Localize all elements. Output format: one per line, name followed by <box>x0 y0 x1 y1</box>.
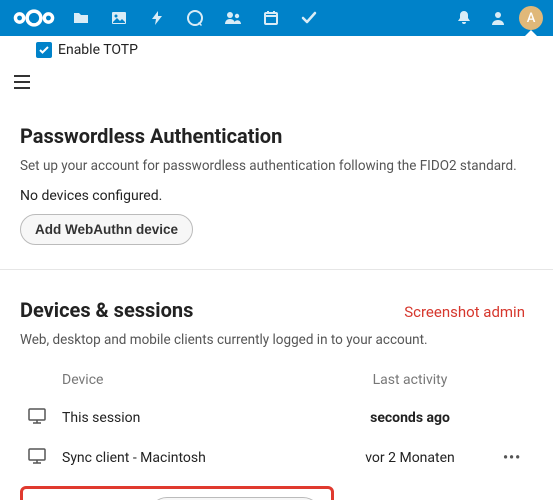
passwordless-title: Passwordless Authentication <box>20 124 533 148</box>
calendar-icon[interactable] <box>252 0 290 36</box>
sessions-table: Device Last activity This session second… <box>20 362 533 478</box>
contacts-icon[interactable] <box>214 0 252 36</box>
devices-sessions-desc: Web, desktop and mobile clients currentl… <box>20 332 533 348</box>
top-right: A <box>447 0 547 36</box>
monitor-icon <box>26 408 48 424</box>
screenshot-annotation: Screenshot admin <box>404 303 533 321</box>
talk-icon[interactable] <box>176 0 214 36</box>
activity-icon[interactable] <box>138 0 176 36</box>
table-row: Sync client - Macintosh vor 2 Monaten ••… <box>20 438 533 478</box>
enable-totp-checkbox[interactable] <box>36 42 52 58</box>
col-device: Device <box>56 362 323 398</box>
monitor-icon <box>26 448 48 464</box>
sub-bar: Enable TOTP <box>0 36 553 96</box>
devices-sessions-title: Devices & sessions <box>20 298 193 322</box>
table-row: This session seconds ago <box>20 398 533 438</box>
menu-toggle[interactable] <box>10 70 34 94</box>
passwordless-section: Passwordless Authentication Set up your … <box>20 96 533 245</box>
row-more-icon[interactable]: ••• <box>503 450 521 466</box>
enable-totp-label: Enable TOTP <box>58 42 138 58</box>
device-name: Sync client - Macintosh <box>56 438 323 478</box>
device-name: This session <box>56 398 323 438</box>
add-webauthn-button[interactable]: Add WebAuthn device <box>20 214 193 245</box>
notifications-icon[interactable] <box>447 0 481 36</box>
no-devices-text: No devices configured. <box>20 188 533 204</box>
tasks-icon[interactable] <box>290 0 328 36</box>
avatar-letter: A <box>527 11 536 26</box>
top-bar: A <box>0 0 553 36</box>
avatar[interactable]: A <box>519 6 543 30</box>
device-activity: vor 2 Monaten <box>323 438 497 478</box>
photos-icon[interactable] <box>100 0 138 36</box>
files-icon[interactable] <box>62 0 100 36</box>
logo[interactable] <box>6 7 62 29</box>
passwordless-desc: Set up your account for passwordless aut… <box>20 158 533 174</box>
app-password-form: Create new app password <box>20 486 334 500</box>
contacts-menu-icon[interactable] <box>481 0 515 36</box>
app-nav <box>62 0 328 36</box>
device-activity: seconds ago <box>370 410 450 426</box>
col-activity: Last activity <box>323 362 497 398</box>
devices-sessions-section: Devices & sessions Screenshot admin Web,… <box>20 270 533 500</box>
